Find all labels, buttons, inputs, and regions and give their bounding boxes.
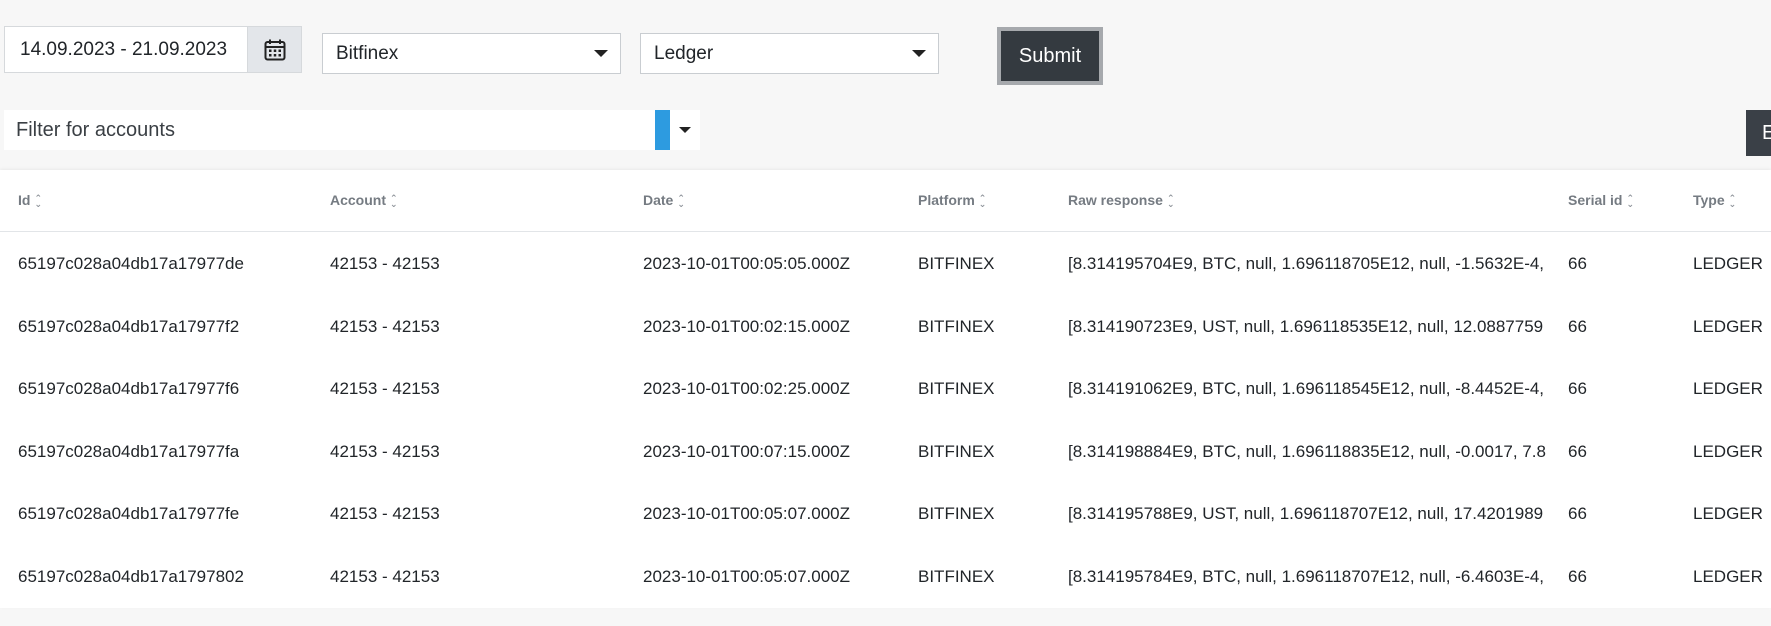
account-filter-input[interactable] — [4, 110, 655, 150]
cell-id: 65197c028a04db17a17977f6 — [18, 379, 240, 399]
table-row[interactable]: 65197c028a04db17a17977fe 42153 - 42153 2… — [0, 482, 1771, 545]
cell-raw-response: [8.314190723E9, UST, null, 1.696118535E1… — [1068, 316, 1544, 336]
sort-icon: ⌃ ⌄ — [1626, 193, 1635, 210]
cell-raw-response: [8.314191062E9, BTC, null, 1.696118545E1… — [1068, 379, 1545, 399]
cell-type: LEDGER — [1693, 379, 1763, 399]
filter-dropdown-toggle[interactable] — [670, 110, 700, 150]
table-row[interactable]: 65197c028a04db17a1797802 42153 - 42153 2… — [0, 545, 1771, 608]
sort-icon: ⌃ ⌄ — [1166, 193, 1175, 210]
cell-date: 2023-10-01T00:05:07.000Z — [643, 504, 850, 524]
cell-serial-id: 66 — [1568, 254, 1587, 273]
sort-icon: ⌃ ⌄ — [1728, 193, 1737, 210]
account-filter — [4, 110, 700, 150]
column-header-platform[interactable]: Platform ⌃ ⌄ — [918, 192, 987, 210]
submit-button-frame: Submit — [997, 27, 1103, 85]
exchange-select[interactable]: Bitfinex — [322, 33, 621, 74]
type-select-value: Ledger — [654, 42, 714, 64]
cell-platform: BITFINEX — [918, 504, 995, 524]
submit-button[interactable]: Submit — [1001, 31, 1099, 81]
chevron-down-icon — [679, 127, 691, 133]
cell-id: 65197c028a04db17a1797802 — [18, 566, 244, 586]
cell-type: LEDGER — [1693, 566, 1763, 586]
table-row[interactable]: 65197c028a04db17a17977de 42153 - 42153 2… — [0, 232, 1771, 295]
cell-date: 2023-10-01T00:05:07.000Z — [643, 566, 850, 586]
cell-platform: BITFINEX — [918, 566, 995, 586]
filter-accent-bar — [655, 110, 670, 150]
cell-platform: BITFINEX — [918, 254, 995, 273]
cell-type: LEDGER — [1693, 441, 1763, 461]
cell-id: 65197c028a04db17a17977fe — [18, 504, 240, 524]
cell-account: 42153 - 42153 — [330, 504, 440, 524]
cell-date: 2023-10-01T00:05:05.000Z — [643, 254, 850, 273]
sort-icon: ⌃ ⌄ — [677, 193, 685, 210]
type-select[interactable]: Ledger — [640, 33, 939, 74]
cell-serial-id: 66 — [1568, 566, 1587, 586]
cell-raw-response: [8.314195704E9, BTC, null, 1.696118705E1… — [1068, 254, 1545, 273]
exchange-select-value: Bitfinex — [336, 42, 399, 64]
column-header-serial-id[interactable]: Serial id ⌃ ⌄ — [1568, 192, 1635, 210]
column-header-id[interactable]: Id ⌃ ⌄ — [18, 192, 42, 210]
cell-date: 2023-10-01T00:07:15.000Z — [643, 441, 850, 461]
cell-raw-response: [8.314195788E9, UST, null, 1.696118707E1… — [1068, 504, 1544, 524]
cell-serial-id: 66 — [1568, 504, 1587, 524]
cell-type: LEDGER — [1693, 254, 1763, 273]
cell-platform: BITFINEX — [918, 379, 995, 399]
cell-raw-response: [8.314198884E9, BTC, null, 1.696118835E1… — [1068, 441, 1546, 461]
column-header-account[interactable]: Account ⌃ ⌄ — [330, 192, 398, 210]
table-row[interactable]: 65197c028a04db17a17977f2 42153 - 42153 2… — [0, 295, 1771, 358]
sort-icon: ⌃ ⌄ — [390, 193, 398, 210]
cell-id: 65197c028a04db17a17977fa — [18, 441, 240, 461]
cell-type: LEDGER — [1693, 316, 1763, 336]
chevron-down-icon — [594, 50, 608, 57]
calendar-icon — [264, 39, 285, 60]
cell-account: 42153 - 42153 — [330, 566, 440, 586]
cell-account: 42153 - 42153 — [330, 441, 440, 461]
column-header-raw-response[interactable]: Raw response ⌃ ⌄ — [1068, 192, 1546, 210]
cell-id: 65197c028a04db17a17977de — [18, 254, 244, 273]
calendar-button[interactable] — [247, 27, 301, 72]
cell-raw-response: [8.314195784E9, BTC, null, 1.696118707E1… — [1068, 566, 1545, 586]
chevron-down-icon — [912, 50, 926, 57]
sort-icon: ⌃ ⌄ — [34, 193, 42, 210]
cell-serial-id: 66 — [1568, 441, 1587, 461]
ledger-table: Id ⌃ ⌄ Account ⌃ ⌄ Date ⌃ ⌄ Platform ⌃ ⌄ Raw res… — [0, 170, 1771, 608]
cell-account: 42153 - 42153 — [330, 254, 440, 273]
cell-date: 2023-10-01T00:02:25.000Z — [643, 379, 850, 399]
cell-date: 2023-10-01T00:02:15.000Z — [643, 316, 850, 336]
table-row[interactable]: 65197c028a04db17a17977f6 42153 - 42153 2… — [0, 357, 1771, 420]
cell-serial-id: 66 — [1568, 379, 1587, 399]
column-header-type[interactable]: Type ⌃ ⌄ — [1693, 192, 1737, 210]
cell-type: LEDGER — [1693, 504, 1763, 524]
cell-account: 42153 - 42153 — [330, 316, 440, 336]
date-range-input[interactable] — [5, 27, 247, 72]
column-header-date[interactable]: Date ⌃ ⌄ — [643, 192, 685, 210]
export-button-label: E — [1762, 122, 1771, 144]
sort-icon: ⌃ ⌄ — [978, 193, 987, 210]
cell-platform: BITFINEX — [918, 316, 995, 336]
export-button[interactable]: E — [1746, 110, 1771, 156]
cell-id: 65197c028a04db17a17977f2 — [18, 316, 240, 336]
cell-serial-id: 66 — [1568, 316, 1587, 336]
date-range-picker — [4, 26, 302, 73]
table-header: Id ⌃ ⌄ Account ⌃ ⌄ Date ⌃ ⌄ Platform ⌃ ⌄ Raw res… — [0, 170, 1771, 232]
cell-platform: BITFINEX — [918, 441, 995, 461]
table-row[interactable]: 65197c028a04db17a17977fa 42153 - 42153 2… — [0, 420, 1771, 483]
cell-account: 42153 - 42153 — [330, 379, 440, 399]
